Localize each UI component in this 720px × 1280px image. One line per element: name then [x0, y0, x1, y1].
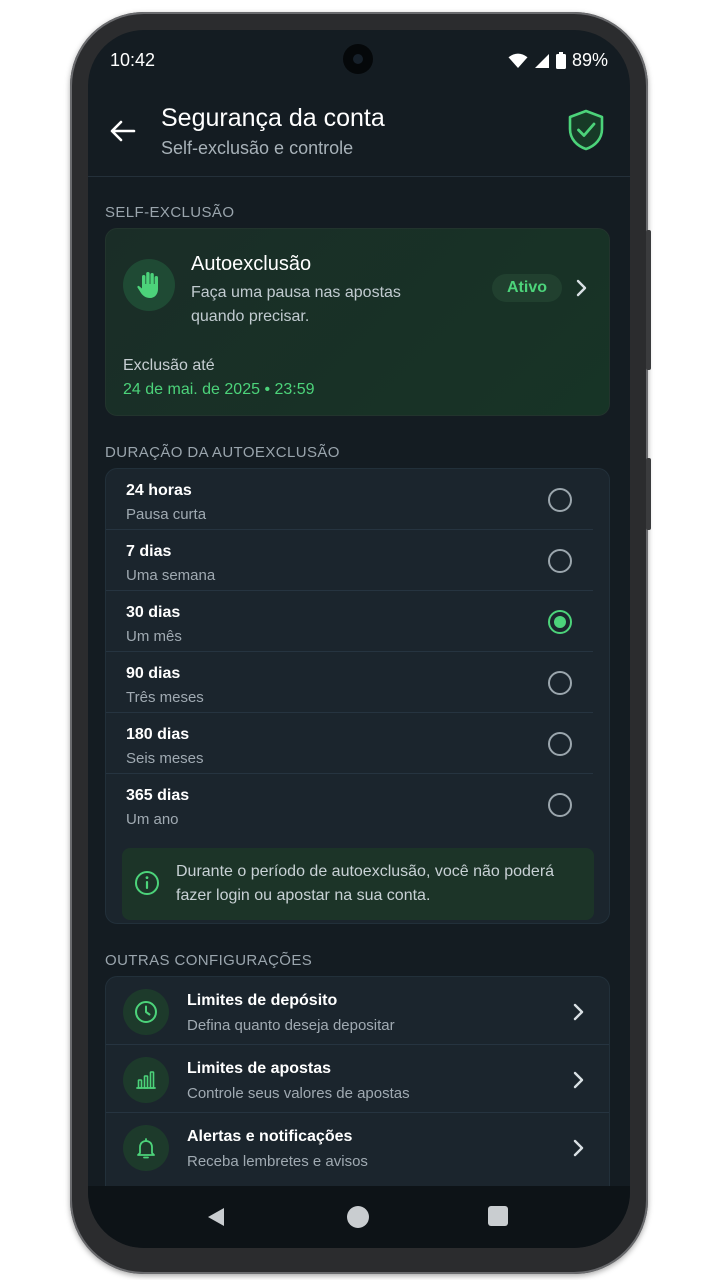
radio-button[interactable] — [548, 671, 572, 695]
navigation-bar — [88, 1186, 630, 1248]
radio-button[interactable] — [548, 732, 572, 756]
signal-icon — [534, 53, 549, 68]
power-button — [646, 458, 651, 530]
self-exclusion-card[interactable]: Autoexclusão Faça uma pausa nas apostas … — [105, 228, 610, 416]
duration-option-title: 7 dias — [126, 543, 172, 560]
duration-option-subtitle: Um mês — [126, 628, 182, 645]
duration-option-subtitle: Três meses — [126, 689, 204, 706]
duration-option-title: 365 dias — [126, 787, 190, 804]
nav-recents-icon[interactable] — [488, 1206, 508, 1226]
exclusion-until-value: 24 de mai. de 2025 • 23:59 — [123, 381, 315, 398]
self-exclusion-title: Autoexclusão — [191, 253, 312, 275]
wifi-icon — [508, 53, 528, 68]
info-icon — [135, 871, 159, 895]
settings-item-title: Alertas e notificações — [187, 1128, 353, 1145]
page-title: Segurança da conta — [161, 104, 385, 132]
header-divider — [88, 176, 630, 177]
chevron-right-icon — [573, 1003, 584, 1021]
duration-option-90d[interactable]: 90 dias Três meses — [106, 652, 609, 713]
section-label-duration: DURAÇÃO DA AUTOEXCLUSÃO — [105, 444, 340, 461]
bell-icon — [123, 1125, 169, 1171]
duration-option-subtitle: Pausa curta — [126, 506, 207, 523]
volume-button — [646, 230, 651, 370]
exclusion-until-label: Exclusão até — [123, 357, 215, 374]
radio-button[interactable] — [548, 793, 572, 817]
chevron-right-icon — [576, 279, 587, 297]
radio-button[interactable] — [548, 488, 572, 512]
duration-option-subtitle: Seis meses — [126, 750, 204, 767]
settings-item-bet-limits[interactable]: Limites de apostas Controle seus valores… — [106, 1045, 609, 1113]
settings-item-subtitle: Defina quanto deseja depositar — [187, 1017, 395, 1034]
bar-chart-icon — [123, 1057, 169, 1103]
settings-item-title: Limites de apostas — [187, 1060, 332, 1077]
clock-icon — [123, 989, 169, 1035]
section-label-self-exclusion: SELF-EXCLUSÃO — [105, 204, 235, 221]
settings-item-subtitle: Receba lembretes e avisos — [187, 1153, 368, 1170]
back-arrow-icon[interactable] — [108, 116, 138, 146]
duration-option-subtitle: Uma semana — [126, 567, 216, 584]
duration-options-card: 24 horas Pausa curta 7 dias Uma semana 3… — [105, 468, 610, 924]
status-time: 10:42 — [110, 50, 156, 70]
radio-button-selected[interactable] — [548, 610, 572, 634]
nav-back-icon[interactable] — [205, 1206, 227, 1228]
status-icons: 89% — [508, 50, 608, 71]
settings-item-deposit-limits[interactable]: Limites de depósito Defina quanto deseja… — [106, 977, 609, 1045]
duration-option-7d[interactable]: 7 dias Uma semana — [106, 530, 609, 591]
phone-screen: 10:42 89% Segurança da conta Self-exclus… — [88, 30, 630, 1248]
duration-option-subtitle: Um ano — [126, 811, 179, 828]
chevron-right-icon — [573, 1071, 584, 1089]
duration-option-title: 24 horas — [126, 482, 192, 499]
settings-item-title: Limites de depósito — [187, 992, 338, 1009]
other-settings-card: Limites de depósito Defina quanto deseja… — [105, 976, 610, 1196]
status-badge: Ativo — [492, 274, 562, 302]
self-exclusion-description: Faça uma pausa nas apostas quando precis… — [191, 284, 401, 325]
settings-item-alerts[interactable]: Alertas e notificações Receba lembretes … — [106, 1113, 609, 1181]
duration-option-title: 180 dias — [126, 726, 190, 743]
info-banner: Durante o período de autoexclusão, você … — [122, 848, 594, 920]
page-subtitle: Self-exclusão e controle — [161, 138, 354, 158]
duration-option-title: 90 dias — [126, 665, 181, 682]
duration-option-30d[interactable]: 30 dias Um mês — [106, 591, 609, 652]
radio-button[interactable] — [548, 549, 572, 573]
duration-option-24h[interactable]: 24 horas Pausa curta — [106, 469, 609, 530]
info-text: Durante o período de autoexclusão, você … — [176, 863, 555, 904]
duration-option-title: 30 dias — [126, 604, 181, 621]
chevron-right-icon — [573, 1139, 584, 1157]
battery-icon — [555, 52, 566, 69]
battery-percent: 89% — [571, 50, 608, 70]
status-bar: 10:42 89% — [88, 30, 630, 88]
nav-home-icon[interactable] — [347, 1206, 369, 1228]
front-camera — [343, 44, 373, 74]
section-label-other-settings: OUTRAS CONFIGURAÇÕES — [105, 952, 313, 969]
shield-check-icon — [568, 109, 604, 151]
hand-icon — [123, 259, 175, 311]
settings-item-subtitle: Controle seus valores de apostas — [187, 1085, 410, 1102]
duration-option-365d[interactable]: 365 dias Um ano — [106, 774, 609, 835]
duration-option-180d[interactable]: 180 dias Seis meses — [106, 713, 609, 774]
